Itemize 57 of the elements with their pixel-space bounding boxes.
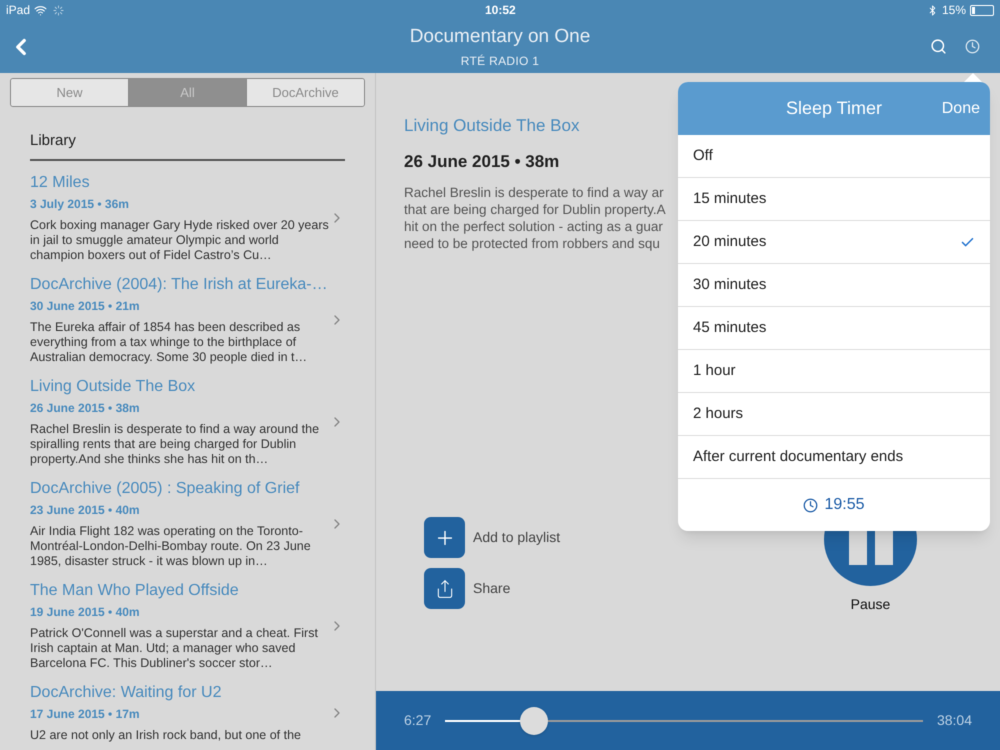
- spinner-icon: [53, 4, 64, 16]
- episode-title: DocArchive (2005) : Speaking of Grief: [30, 479, 300, 499]
- episode-summary: Cork boxing manager Gary Hyde risked over 20 years in jail to smuggle amateur Olympic and world champion boxers out of Fidel Castro’s Cu…: [30, 218, 330, 263]
- episode-summary: U2 are not only an Irish rock band, but one of the: [30, 728, 302, 743]
- episode-title: DocArchive: Waiting for U2: [30, 683, 222, 703]
- action-label: Add to playlist: [473, 528, 560, 547]
- episode-summary: The Eureka affair of 1854 has been described as everything from a tax whinge to the birthplace of Australian democracy. Some 30 people died in t…: [30, 320, 308, 365]
- library-heading: Library: [30, 132, 76, 149]
- episode-meta: 23 June 2015 • 40m: [30, 502, 141, 519]
- nav-title: Documentary on One: [410, 25, 590, 49]
- pause-label: Pause: [850, 595, 890, 614]
- episode-meta: 3 July 2015 • 36m: [30, 196, 130, 213]
- clock-time: 10:52: [485, 2, 516, 19]
- episode-summary: Patrick O'Connell was a superstar and a cheat. First Irish captain at Man. Utd; a manager who saved Barcelona FC. This Dubliner's soccer stor…: [30, 626, 319, 671]
- add-to-playlist-button[interactable]: [424, 517, 465, 558]
- share-button[interactable]: [424, 568, 465, 609]
- progress-thumb[interactable]: [520, 706, 548, 734]
- timer-option[interactable]: 20 minutes: [678, 221, 990, 264]
- elapsed-time: 6:27: [404, 711, 432, 730]
- episode-item[interactable]: DocArchive: Waiting for U2 17 June 2015 • 17m U2 are not only an Irish rock band, but one of the: [30, 683, 345, 743]
- episode-title: The Man Who Played Offside: [30, 581, 240, 601]
- popover-title: Sleep Timer: [784, 97, 884, 120]
- battery-icon: [970, 4, 994, 16]
- bluetooth-icon: [926, 4, 938, 16]
- episode-title: Living Outside The Box: [30, 377, 196, 397]
- detail-title: Living Outside The Box: [404, 115, 580, 137]
- episode-title: DocArchive (2004): The Irish at Eureka-…: [30, 275, 329, 295]
- timer-option[interactable]: 15 minutes: [678, 178, 990, 221]
- search-button[interactable]: [930, 38, 947, 55]
- episode-summary: Rachel Breslin is desperate to find a way around the spiralling rents that are being charged for Dublin property.And she thinks she has hit on th…: [30, 422, 320, 467]
- device-name: iPad: [6, 2, 30, 19]
- timer-option[interactable]: After current documentary ends: [678, 436, 990, 479]
- wifi-icon: [34, 4, 48, 16]
- episode-meta: 30 June 2015 • 21m: [30, 298, 141, 315]
- episode-title: 12 Miles: [30, 173, 91, 193]
- timer-option[interactable]: 2 hours: [678, 393, 990, 436]
- action-label: Share: [473, 579, 510, 598]
- battery-percent: 15%: [942, 2, 966, 19]
- station-logo: RTÉ RADIO 1: [460, 52, 540, 70]
- episode-item[interactable]: The Man Who Played Offside 19 June 2015 • 40m Patrick O'Connell was a superstar and a cheat. First Irish captain at Man. Utd; a manager who saved Barcelona FC. This Dubliner's soccer stor…: [30, 581, 345, 671]
- episode-meta: 17 June 2015 • 17m: [30, 706, 141, 723]
- episode-meta: 26 June 2015 • 38m: [30, 400, 141, 417]
- episode-item[interactable]: 12 Miles 3 July 2015 • 36m Cork boxing manager Gary Hyde risked over 20 years in jail to smuggle amateur Olympic and world champion boxers out of Fidel Castro’s Cu…: [30, 173, 345, 263]
- episode-summary: Air India Flight 182 was operating on the Toronto-Montréal-London-Delhi-Bombay route. On 23 June 1985, disaster struck - it was blown up in…: [30, 524, 312, 569]
- timer-option[interactable]: 30 minutes: [678, 264, 990, 307]
- end-time: 19:55: [824, 495, 865, 515]
- episode-item[interactable]: Living Outside The Box 26 June 2015 • 38m Rachel Breslin is desperate to find a way around the spiralling rents that are being charged for Dublin property.And she thinks she has hit on th…: [30, 377, 345, 467]
- clock-icon: [803, 498, 818, 512]
- timer-option[interactable]: 45 minutes: [678, 307, 990, 350]
- episode-item[interactable]: DocArchive (2005) : Speaking of Grief 23 June 2015 • 40m Air India Flight 182 was operating on the Toronto-Montréal-London-Delhi-Bombay route. On 23 June 1985, disaster struck - it was blown up in…: [30, 479, 345, 569]
- timer-option[interactable]: Off: [678, 135, 990, 178]
- episode-meta: 19 June 2015 • 40m: [30, 604, 141, 621]
- detail-description: Rachel Breslin is desperate to find a way ar that are being charged for Dublin property.A hit on the perfect solution - acting as a guar need to be protected from robbers and squ: [404, 184, 666, 252]
- timer-option[interactable]: 1 hour: [678, 350, 990, 393]
- duration-time: 38:04: [936, 711, 972, 730]
- sleep-timer-button[interactable]: [965, 39, 980, 54]
- detail-meta: 26 June 2015 • 38m: [404, 150, 560, 172]
